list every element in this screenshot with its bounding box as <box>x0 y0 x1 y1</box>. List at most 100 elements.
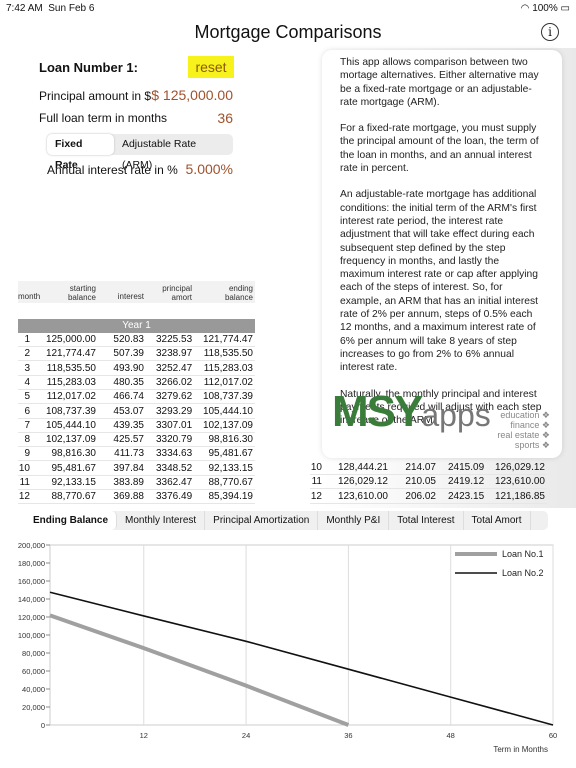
info-icon[interactable]: i <box>541 23 559 41</box>
table-cell: 493.90 <box>113 362 144 374</box>
popover-text: For a fixed-rate mortgage, you must supp… <box>340 123 539 175</box>
table-row: 11 126,029.12 210.05 2419.12 123,610.00 <box>310 475 547 490</box>
table-cell: 214.07 <box>405 462 436 473</box>
chart-tabs[interactable]: Ending Balance Monthly Interest Principal … <box>25 511 548 530</box>
y-tick-label: 20,000 <box>22 703 45 712</box>
table-row: 11 92,133.15 383.89 3362.47 88,770.67 <box>18 476 255 490</box>
table-cell: 8 <box>24 434 30 446</box>
x-tick-label: 24 <box>242 731 250 740</box>
table-cell: 121,774.47 <box>45 348 96 360</box>
page-title: Mortgage Comparisons <box>194 22 382 42</box>
table-cell: 210.05 <box>405 476 436 488</box>
table-cell: 3307.01 <box>156 419 193 431</box>
table-cell: 123,610.00 <box>337 490 388 502</box>
x-tick-label: 60 <box>549 731 557 740</box>
table-cell: 3225.53 <box>156 334 193 345</box>
table-header: month starting balance interest principa… <box>18 281 255 303</box>
table-cell: 3238.97 <box>156 348 193 360</box>
loan-title: Loan Number 1: <box>39 60 138 75</box>
table-cell: 118,535.50 <box>203 348 253 360</box>
table-cell: 480.35 <box>113 376 144 388</box>
table-cell: 206.02 <box>405 490 436 502</box>
table-row: 6 108,737.39 453.07 3293.29 105,444.10 <box>18 405 255 419</box>
chart-tab[interactable]: Monthly P&I <box>318 511 390 530</box>
table-row: 5 112,017.02 466.74 3279.62 108,737.39 <box>18 390 255 405</box>
table-cell: 95,481.67 <box>208 448 254 460</box>
table-cell: 12 <box>310 490 322 502</box>
col-interest: interest <box>117 292 144 301</box>
table-cell: 397.84 <box>113 462 144 474</box>
table-cell: 92,133.15 <box>208 462 254 474</box>
chart-tab[interactable]: Total Interest <box>389 511 464 530</box>
table-cell: 98,816.30 <box>208 434 254 446</box>
table-cell: 126,029.12 <box>494 462 545 473</box>
table-cell: 3348.52 <box>156 462 193 474</box>
chart-tab[interactable]: Ending Balance <box>25 511 118 530</box>
chart-tab[interactable]: Monthly Interest <box>117 511 206 530</box>
chart-tab[interactable]: Principal Amortization <box>205 511 319 530</box>
rate-type-segmented[interactable]: Fixed Rate Adjustable Rate (ARM) <box>47 134 233 171</box>
table-cell: 128,444.21 <box>337 462 388 473</box>
table-cell: 520.83 <box>113 334 144 345</box>
msy-logo: MSYapps <box>332 387 491 436</box>
table-row: 10 95,481.67 397.84 3348.52 92,133.15 <box>18 462 255 476</box>
x-axis-label: Term in Months <box>493 745 548 754</box>
table-cell: 95,481.67 <box>51 462 97 474</box>
table-cell: 383.89 <box>113 477 144 488</box>
col-month: month <box>18 292 41 301</box>
y-tick-label: 120,000 <box>18 613 45 622</box>
table-cell: 85,394.19 <box>208 491 254 503</box>
table-cell: 3320.79 <box>156 434 193 446</box>
chart-tab[interactable]: Total Amort <box>464 511 531 530</box>
y-tick-label: 40,000 <box>22 685 45 694</box>
x-tick-label: 36 <box>344 731 352 740</box>
y-tick-label: 60,000 <box>22 667 45 676</box>
table-cell: 10 <box>310 462 322 473</box>
reset-button[interactable]: reset <box>188 56 234 78</box>
table-cell: 123,610.00 <box>494 476 545 488</box>
fixed-rate-tab[interactable]: Fixed Rate <box>47 134 114 171</box>
table-cell: 507.39 <box>113 348 144 360</box>
table-cell: 98,816.30 <box>51 448 97 460</box>
logo-tags: education ❖ finance ❖ real estate ❖ sports … <box>497 410 550 450</box>
term-input[interactable]: 36 <box>180 110 233 126</box>
series-line-1 <box>49 613 350 727</box>
table-cell: 11 <box>19 477 30 488</box>
table-cell: 466.74 <box>113 391 144 403</box>
table-cell: 6 <box>24 405 30 417</box>
table-cell: 105,444.10 <box>45 419 96 431</box>
rate-input[interactable]: 5.000% <box>170 161 233 177</box>
table-row: 1 125,000.00 520.83 3225.53 121,774.47 <box>18 333 255 347</box>
popover-text: This app allows comparison between two m… <box>340 57 539 108</box>
table-cell: 411.73 <box>114 448 144 460</box>
y-tick-label: 0 <box>41 721 45 730</box>
table-cell: 453.07 <box>113 405 144 417</box>
table-cell: 2419.12 <box>448 476 485 488</box>
info-popover: This app allows comparison between two m… <box>322 50 562 458</box>
col-principal-amort: principal amort <box>162 284 192 302</box>
y-tick-label: 80,000 <box>22 649 45 658</box>
table-cell: 1 <box>24 334 30 345</box>
table-cell: 5 <box>24 391 30 403</box>
table-cell: 369.88 <box>113 491 144 503</box>
y-tick-label: 160,000 <box>18 577 45 586</box>
table-row: 7 105,444.10 439.35 3307.01 102,137.09 <box>18 419 255 433</box>
table-row: 10 128,444.21 214.07 2415.09 126,029.12 <box>310 461 547 475</box>
table-cell: 12 <box>18 491 30 503</box>
table-cell: 102,137.09 <box>45 434 96 446</box>
table-row: 2 121,774.47 507.39 3238.97 118,535.50 <box>18 347 255 362</box>
table-cell: 108,737.39 <box>45 405 96 417</box>
table-cell: 11 <box>311 476 322 488</box>
term-label: Full loan term in months <box>39 111 168 125</box>
arm-tab[interactable]: Adjustable Rate (ARM) <box>114 134 233 171</box>
principal-input[interactable]: $ 125,000.00 <box>140 87 233 103</box>
table-cell: 3 <box>24 362 30 374</box>
table-row: 8 102,137.09 425.57 3320.79 98,816.30 <box>18 433 255 448</box>
col-starting-balance: starting balance <box>67 284 96 302</box>
y-tick-label: 180,000 <box>18 559 45 568</box>
table-cell: 3293.29 <box>156 405 193 417</box>
table-cell: 121,774.47 <box>202 334 253 345</box>
table-cell: 115,283.03 <box>46 376 96 388</box>
table-row: 4 115,283.03 480.35 3266.02 112,017.02 <box>18 376 255 390</box>
table-cell: 4 <box>24 376 30 388</box>
